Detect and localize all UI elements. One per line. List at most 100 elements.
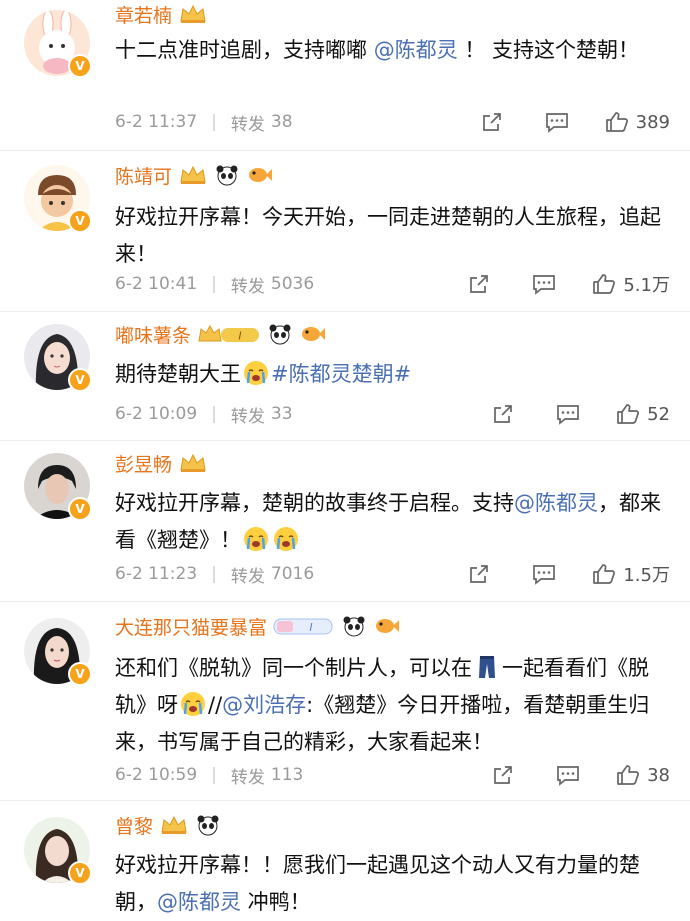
share-icon [494,766,512,784]
repost-count: 7016 [270,564,315,584]
repost-label: 转发 [230,114,265,135]
thumbs-up-icon [593,564,616,584]
verified-badge-icon: V [68,662,92,686]
verified-badge-icon: V [68,209,92,233]
repost-count: 113 [270,765,304,785]
username[interactable]: 彭昱畅 [115,450,172,477]
mention-link[interactable]: @陈都灵 [374,38,458,62]
comment-icon [557,405,579,425]
repost-label: 转发 [230,276,265,297]
share-button[interactable] [467,272,491,296]
comment-button[interactable] [531,272,557,296]
crying-emoji-icon [181,692,205,716]
comment-icon [533,275,556,295]
comment-text: 好戏拉开序幕，楚朝的故事终于启程。支持@陈都灵，都来看《翘楚》！ [115,491,661,552]
share-icon [470,275,489,293]
comment-button[interactable] [555,763,581,787]
comment-item: V 嘟味薯条 I 期待楚朝大王 #陈都灵楚朝# 6-2 10:09 | 转发 3… [0,312,690,441]
repost-label: 转发 [230,566,265,587]
comment-icon [545,113,568,133]
fish-icon [302,327,326,341]
repost-count: 5036 [270,274,315,294]
username[interactable]: 嘟味薯条 [115,321,191,348]
comment-date: 6-2 10:09 [115,404,198,424]
comment-button[interactable] [555,402,581,426]
comment-text: 还和们《脱轨》同一个制片人，可以在 一起看看们《脱轨》呀//@刘浩存:《翘楚》今日… [115,650,670,761]
level-badge-text: I [238,330,241,343]
share-icon [494,405,512,423]
repost-count: 38 [270,112,293,132]
like-button[interactable]: 389 [604,110,670,134]
crown-vip-icon [180,165,206,184]
username[interactable]: 曾黎 [115,812,153,839]
avatar[interactable]: V [24,817,92,885]
avatar[interactable]: V [24,165,92,233]
comment-button[interactable] [531,562,557,586]
avatar[interactable]: V [24,10,92,78]
crying-emoji-icon [244,527,268,551]
crown-vip-icon [180,453,206,472]
thumbs-up-icon [617,404,640,424]
like-count: 52 [647,403,670,425]
comment-item: V 彭昱畅 好戏拉开序幕，楚朝的故事终于启程。支持@陈都灵，都来看《翘楚》！ 6… [0,441,690,602]
comment-item: V 陈靖可 好戏拉开序幕！今天开始，一同走进楚朝的人生旅程，追起来！ 6-2 1… [0,151,690,312]
panda-icon [216,165,238,186]
comment-item: V 大连那只猫要暴富 I 还和们《脱轨》同一个制片人，可以在 一起看看们《脱轨》… [0,602,690,801]
verified-badge-icon: V [68,54,92,78]
level-badge-icon: I [273,618,333,635]
divider: | [211,564,217,584]
mention-link[interactable]: @陈都灵 [157,890,241,914]
panda-icon [269,324,291,345]
comment-text: 期待楚朝大王 #陈都灵楚朝# [115,356,670,393]
comment-item: V 曾黎 好戏拉开序幕！！愿我们一起遇见这个动人又有力量的楚朝，@陈都灵 冲鸭！ [0,801,690,920]
avatar[interactable]: V [24,453,92,521]
verified-badge-icon: V [68,861,92,885]
jeans-icon [479,656,495,678]
crown-vip-icon [180,4,206,23]
fish-icon [376,619,400,633]
avatar[interactable]: V [24,618,92,686]
share-icon [470,565,489,583]
thumbs-up-icon [605,112,628,132]
comment-feed: V 章若楠 十二点准时追剧，支持嘟嘟 @陈都灵 ！ 支持这个楚朝！ 6-2 11… [0,0,690,915]
like-button[interactable]: 52 [615,402,670,426]
fish-icon [249,168,273,182]
like-button[interactable]: 5.1万 [591,271,670,297]
crying-emoji-icon [274,527,298,551]
like-button[interactable]: 38 [615,763,670,787]
username[interactable]: 大连那只猫要暴富 [115,613,267,640]
comment-icon [533,565,556,585]
hashtag-link[interactable]: #陈都灵楚朝# [271,362,411,386]
level-badge-icon: I [198,324,260,343]
comment-text: 好戏拉开序幕！今天开始，一同走进楚朝的人生旅程，追起来！ [115,205,661,266]
repost-label: 转发 [230,406,265,427]
comment-date: 6-2 11:23 [115,564,198,584]
username[interactable]: 章若楠 [115,1,172,28]
mention-link[interactable]: @刘浩存 [222,693,306,717]
share-button[interactable] [480,110,504,134]
crown-vip-icon [161,815,187,834]
divider: | [211,112,217,132]
thumbs-up-icon [593,274,616,294]
comment-date: 6-2 11:37 [115,112,198,132]
like-button[interactable]: 1.5万 [591,561,670,587]
like-count: 5.1万 [623,275,670,296]
avatar[interactable]: V [24,324,92,392]
comment-button[interactable] [544,110,570,134]
divider: | [211,765,217,785]
share-button[interactable] [491,402,515,426]
repost-label: 转发 [230,767,265,788]
share-button[interactable] [491,763,515,787]
crying-emoji-icon [244,361,268,385]
username[interactable]: 陈靖可 [115,162,172,189]
repost-count: 33 [270,404,293,424]
comment-icon [557,766,579,786]
verified-badge-icon: V [68,497,92,521]
panda-icon [343,616,365,637]
level-badge-text: I [309,621,312,634]
comment-text: 好戏拉开序幕！！愿我们一起遇见这个动人又有力量的楚朝，@陈都灵 冲鸭！ [115,853,640,914]
verified-badge-icon: V [68,368,92,392]
panda-icon [197,815,219,836]
mention-link[interactable]: @陈都灵 [514,491,598,515]
share-button[interactable] [467,562,491,586]
